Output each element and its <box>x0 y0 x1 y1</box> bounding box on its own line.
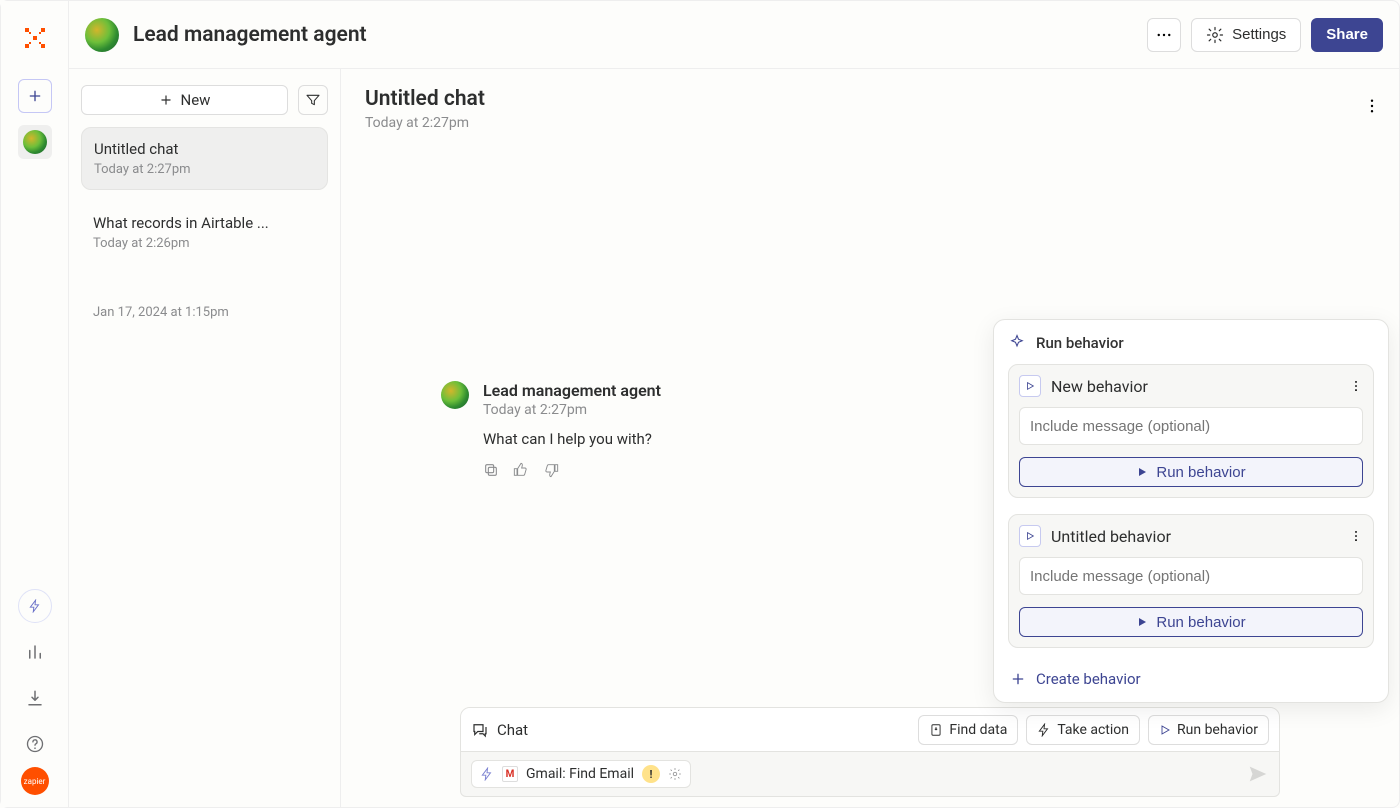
behavior-card: New behavior Run behavior <box>1008 364 1374 498</box>
plus-icon <box>1010 671 1026 687</box>
bar-chart-icon <box>26 643 44 661</box>
tool-chip[interactable]: M Gmail: Find Email ! <box>471 760 691 788</box>
zapier-badge-icon[interactable]: zapier <box>21 767 49 795</box>
new-icon-button[interactable] <box>18 79 52 113</box>
copy-icon <box>483 462 499 478</box>
behavior-more-button[interactable] <box>1349 379 1363 393</box>
gear-icon <box>1206 26 1224 44</box>
plus-icon <box>27 88 43 104</box>
send-icon <box>1247 763 1269 785</box>
chat-subtitle: Today at 2:27pm <box>365 115 1375 131</box>
agent-avatar-icon <box>23 130 47 154</box>
bolt-circle-button[interactable] <box>18 589 52 623</box>
behavior-message-input[interactable] <box>1019 407 1363 445</box>
page-title: Lead management agent <box>133 23 367 47</box>
new-chat-button[interactable]: New <box>81 85 288 115</box>
thumbs-up-icon <box>513 462 529 478</box>
bolt-icon <box>480 767 494 781</box>
filter-icon <box>305 92 321 108</box>
message-text: What can I help you with? <box>483 430 661 448</box>
chat-icon <box>471 721 489 739</box>
chat-item-title: What records in Airtable ... <box>93 214 316 232</box>
behavior-name: New behavior <box>1051 377 1148 396</box>
gmail-icon: M <box>502 766 518 782</box>
chat-panel: Untitled chat Today at 2:27pm Lead manag… <box>341 69 1399 807</box>
new-label: New <box>181 91 211 109</box>
chat-list-item[interactable]: Untitled chat Today at 2:27pm <box>81 127 328 190</box>
download-button[interactable] <box>18 681 52 715</box>
chat-item-title <box>93 287 316 301</box>
play-icon <box>1019 375 1041 397</box>
document-icon <box>929 723 943 737</box>
message-from: Lead management agent <box>483 381 661 400</box>
play-icon <box>1159 724 1171 736</box>
ellipsis-vertical-icon <box>1349 379 1363 393</box>
download-icon <box>26 689 44 707</box>
help-button[interactable] <box>18 727 52 761</box>
send-button[interactable] <box>1247 763 1269 785</box>
agent-avatar-button[interactable] <box>18 125 52 159</box>
behavior-name: Untitled behavior <box>1051 527 1171 546</box>
app-logo-icon <box>18 21 52 55</box>
run-behavior-button[interactable]: Run behavior <box>1019 457 1363 487</box>
chat-title: Untitled chat <box>365 87 1375 111</box>
run-behavior-popover: Run behavior New behavior Run behavior <box>993 319 1389 703</box>
settings-button[interactable]: Settings <box>1191 18 1301 52</box>
chat-list-item[interactable]: Jan 17, 2024 at 1:15pm <box>81 275 328 332</box>
thumbs-down-button[interactable] <box>543 462 559 478</box>
run-behavior-chip[interactable]: Run behavior <box>1148 715 1269 745</box>
bolt-icon <box>28 599 42 613</box>
play-icon <box>1019 525 1041 547</box>
assistant-message: Lead management agent Today at 2:27pm Wh… <box>441 381 661 478</box>
copy-button[interactable] <box>483 462 499 478</box>
top-bar: Lead management agent Settings Share <box>69 1 1399 69</box>
create-behavior-button[interactable]: Create behavior <box>1008 664 1374 692</box>
help-icon <box>25 734 45 754</box>
composer: Chat Find data Take action <box>460 707 1280 797</box>
chat-item-time: Today at 2:27pm <box>94 162 315 177</box>
chat-item-title: Untitled chat <box>94 140 315 158</box>
chat-list: New Untitled chat Today at 2:27pm What r… <box>69 69 341 807</box>
play-solid-icon <box>1136 466 1148 478</box>
thumbs-up-button[interactable] <box>513 462 529 478</box>
message-time: Today at 2:27pm <box>483 402 661 418</box>
filter-button[interactable] <box>298 85 328 115</box>
more-button[interactable] <box>1147 18 1181 52</box>
agent-avatar-icon <box>85 18 119 52</box>
find-data-button[interactable]: Find data <box>918 715 1018 745</box>
analytics-button[interactable] <box>18 635 52 669</box>
chat-item-time: Today at 2:26pm <box>93 236 316 251</box>
share-button[interactable]: Share <box>1311 18 1383 52</box>
agent-avatar-icon <box>441 381 469 409</box>
chat-list-item[interactable]: What records in Airtable ... Today at 2:… <box>81 202 328 263</box>
left-rail: zapier <box>1 1 69 807</box>
take-action-button[interactable]: Take action <box>1026 715 1140 745</box>
tool-label: Gmail: Find Email <box>526 766 634 782</box>
behavior-more-button[interactable] <box>1349 529 1363 543</box>
ellipsis-vertical-icon <box>1349 529 1363 543</box>
run-behavior-button[interactable]: Run behavior <box>1019 607 1363 637</box>
plus-icon <box>159 93 173 107</box>
chat-more-button[interactable] <box>1363 97 1381 115</box>
behavior-message-input[interactable] <box>1019 557 1363 595</box>
settings-label: Settings <box>1232 26 1286 43</box>
bolt-icon <box>1037 723 1051 737</box>
popover-title: Run behavior <box>1008 334 1374 352</box>
sparkle-icon <box>1008 334 1026 352</box>
ellipsis-vertical-icon <box>1363 97 1381 115</box>
chat-mode-label: Chat <box>471 721 528 739</box>
thumbs-down-icon <box>543 462 559 478</box>
chat-item-time: Jan 17, 2024 at 1:15pm <box>93 305 316 320</box>
ellipsis-icon <box>1155 26 1173 44</box>
play-solid-icon <box>1136 616 1148 628</box>
gear-icon <box>668 767 682 781</box>
behavior-card: Untitled behavior Run behavior <box>1008 514 1374 648</box>
warning-icon: ! <box>642 765 660 783</box>
